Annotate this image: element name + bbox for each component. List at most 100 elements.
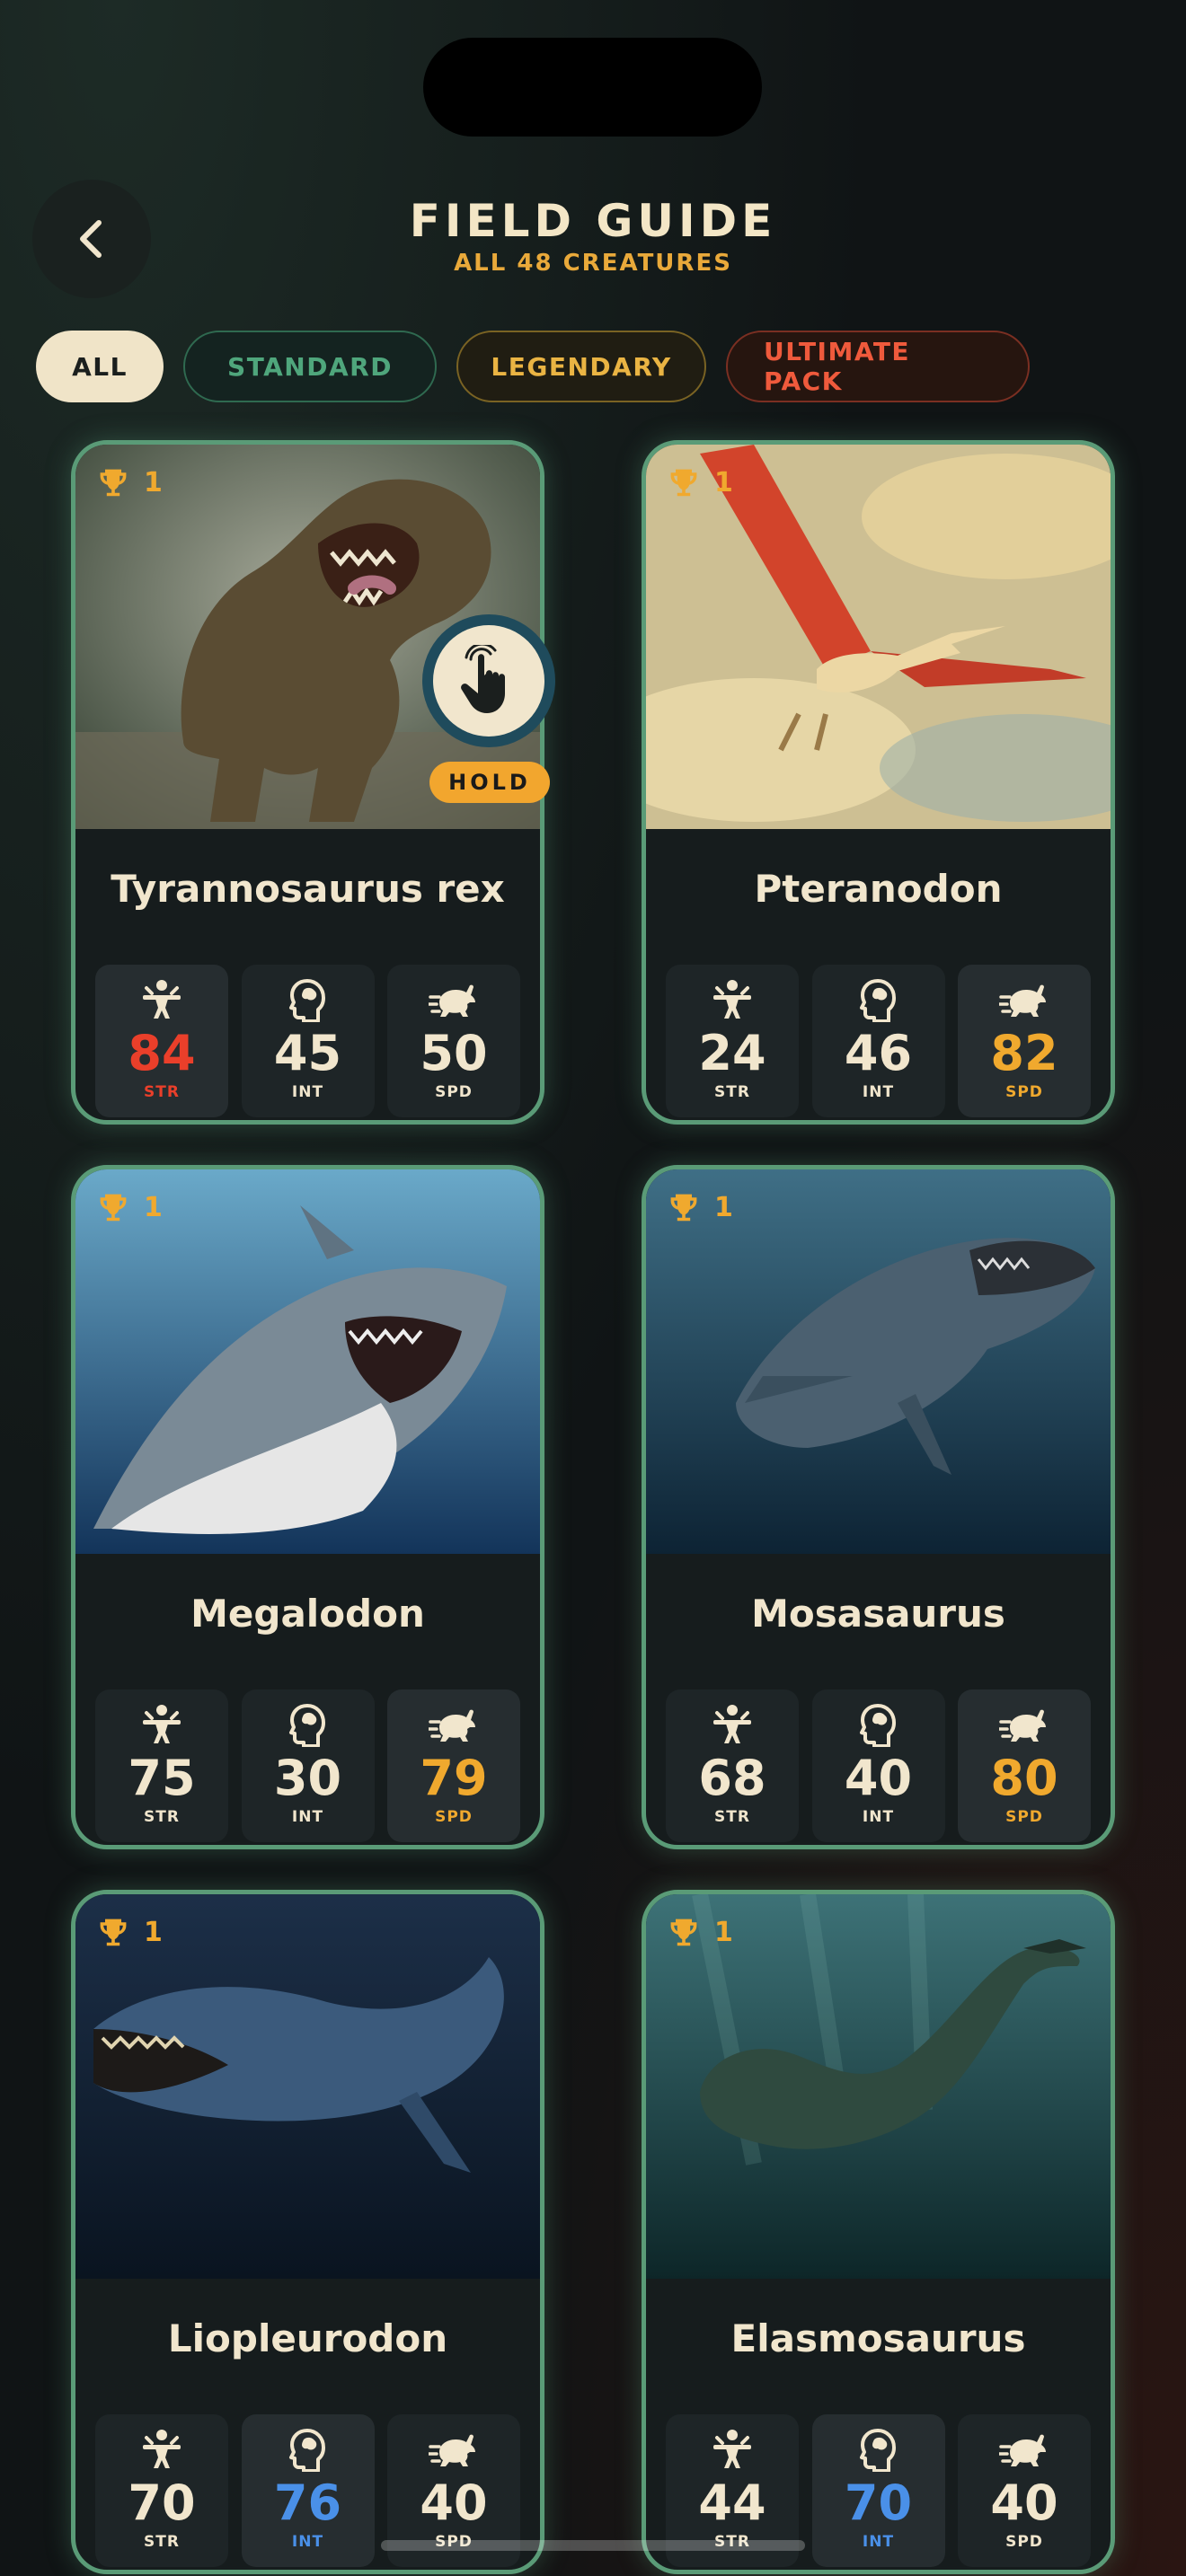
stats-row: 84 STR 45 INT 50 SPD (95, 965, 520, 1117)
home-indicator[interactable] (381, 2540, 805, 2551)
trophy-count: 1 (668, 1916, 733, 1948)
filter-ultimate-pack[interactable]: ULTIMATE PACK (726, 331, 1030, 402)
stat-int: 40 INT (811, 1689, 945, 1842)
stat-label: SPD (1005, 2533, 1043, 2551)
filter-bar: ALL STANDARD LEGENDARY ULTIMATE PACK (36, 331, 1030, 406)
stat-value: 76 (273, 2475, 342, 2531)
stat-value: 50 (420, 1025, 488, 1081)
stat-label: STR (144, 1083, 180, 1101)
stat-label: INT (862, 1808, 895, 1826)
creature-image (646, 1169, 1111, 1554)
trophy-icon (97, 466, 129, 498)
creature-image (646, 445, 1111, 829)
stat-value: 82 (990, 1025, 1058, 1081)
trophy-count-value: 1 (714, 466, 733, 498)
creature-card-elasmosaurus[interactable]: 1 Elasmosaurus 44 STR 70 INT 40 SPD (642, 1890, 1115, 2574)
page-subtitle: ALL 48 CREATURES (454, 250, 732, 277)
trophy-count: 1 (97, 466, 163, 498)
speed-icon (999, 1702, 1049, 1747)
stat-str: 75 STR (95, 1689, 228, 1842)
stat-label: SPD (1005, 1083, 1043, 1101)
speed-icon (999, 2427, 1049, 2472)
stat-value: 75 (128, 1750, 196, 1806)
brain-icon (856, 1702, 901, 1747)
brain-icon (286, 1702, 331, 1747)
creature-card-pteranodon[interactable]: 1 Pteranodon 24 STR 46 INT 82 SPD (642, 440, 1115, 1125)
strength-icon (710, 2427, 755, 2472)
stat-label: INT (862, 2533, 895, 2551)
stat-value: 70 (844, 2475, 913, 2531)
stat-label: INT (862, 1083, 895, 1101)
speed-icon (429, 977, 479, 1022)
stat-label: SPD (1005, 1808, 1043, 1826)
creature-name: Tyrannosaurus rex (111, 867, 505, 911)
stat-str: 84 STR (95, 965, 228, 1117)
stat-label: STR (714, 1808, 750, 1826)
stat-int: 46 INT (811, 965, 945, 1117)
stat-value: 70 (128, 2475, 196, 2531)
speed-icon (429, 2427, 479, 2472)
stat-spd: 50 SPD (387, 965, 520, 1117)
stat-int: 45 INT (241, 965, 375, 1117)
trophy-count-value: 1 (144, 466, 163, 498)
creature-card-liopleurodon[interactable]: 1 Liopleurodon 70 STR 76 INT 40 SPD (71, 1890, 544, 2574)
speed-icon (999, 977, 1049, 1022)
stat-value: 84 (128, 1025, 196, 1081)
stat-value: 44 (698, 2475, 766, 2531)
brain-icon (856, 2427, 901, 2472)
creature-image (75, 1894, 540, 2279)
stat-spd: 40 SPD (958, 2414, 1091, 2567)
creature-card-mosasaurus[interactable]: 1 Mosasaurus 68 STR 40 INT 80 SPD (642, 1165, 1115, 1849)
stat-label: STR (714, 1083, 750, 1101)
page-header: FIELD GUIDE ALL 48 CREATURES (0, 194, 1186, 277)
stat-label: SPD (435, 1083, 473, 1101)
stat-int: 70 INT (811, 2414, 945, 2567)
stat-value: 40 (420, 2475, 488, 2531)
stat-label: STR (144, 1808, 180, 1826)
stat-label: INT (291, 2533, 324, 2551)
speed-icon (429, 1702, 479, 1747)
trophy-count-value: 1 (144, 1916, 163, 1948)
stat-int: 30 INT (241, 1689, 375, 1842)
creature-name: Elasmosaurus (730, 2316, 1026, 2360)
creature-card-megalodon[interactable]: 1 Megalodon 75 STR 30 INT 79 SPD (71, 1165, 544, 1849)
stat-str: 68 STR (666, 1689, 799, 1842)
brain-icon (856, 977, 901, 1022)
page-title: FIELD GUIDE (409, 195, 777, 247)
stat-int: 76 INT (241, 2414, 375, 2567)
stats-row: 68 STR 40 INT 80 SPD (666, 1689, 1091, 1842)
filter-all[interactable]: ALL (36, 331, 164, 402)
stats-row: 75 STR 30 INT 79 SPD (95, 1689, 520, 1842)
stat-spd: 80 SPD (958, 1689, 1091, 1842)
strength-icon (139, 977, 184, 1022)
trophy-icon (97, 1191, 129, 1223)
strength-icon (139, 2427, 184, 2472)
stat-value: 40 (990, 2475, 1058, 2531)
hold-button[interactable] (422, 614, 555, 747)
stat-value: 79 (420, 1750, 488, 1806)
brain-icon (286, 977, 331, 1022)
stat-value: 46 (844, 1025, 913, 1081)
trophy-icon (668, 1916, 700, 1948)
stat-label: STR (144, 2533, 180, 2551)
stat-str: 24 STR (666, 965, 799, 1117)
trophy-count-value: 1 (144, 1191, 163, 1223)
trophy-icon (97, 1916, 129, 1948)
trophy-icon (668, 466, 700, 498)
trophy-count: 1 (668, 1191, 733, 1223)
stat-value: 40 (844, 1750, 913, 1806)
creature-name: Pteranodon (754, 867, 1003, 911)
creature-name: Megalodon (190, 1592, 425, 1636)
stat-value: 45 (273, 1025, 342, 1081)
tap-hand-icon (461, 645, 505, 713)
brain-icon (286, 2427, 331, 2472)
dynamic-island (423, 38, 762, 137)
stat-value: 30 (273, 1750, 342, 1806)
stats-row: 24 STR 46 INT 82 SPD (666, 965, 1091, 1117)
strength-icon (710, 977, 755, 1022)
filter-standard[interactable]: STANDARD (183, 331, 437, 402)
trophy-count: 1 (668, 466, 733, 498)
stat-label: INT (291, 1083, 324, 1101)
filter-legendary[interactable]: LEGENDARY (456, 331, 706, 402)
creature-image (75, 1169, 540, 1554)
